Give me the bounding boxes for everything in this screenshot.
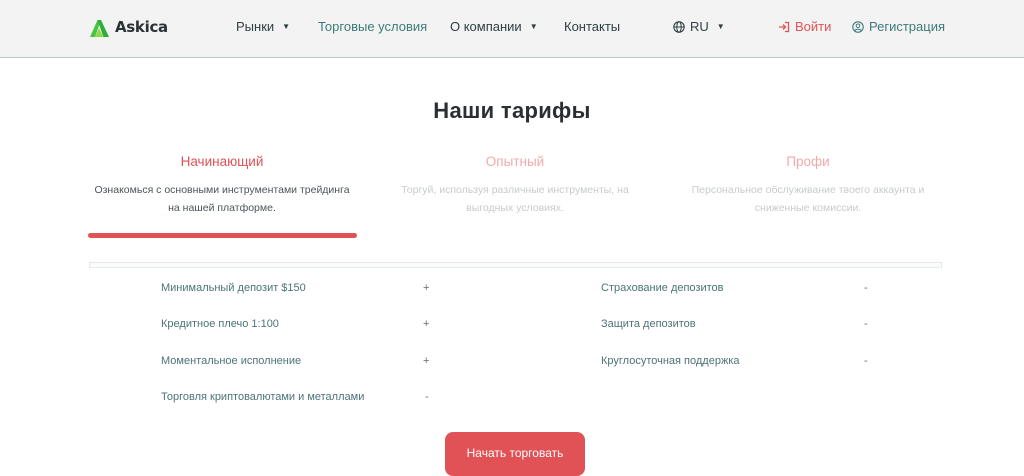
nav-about-label: О компании — [450, 19, 522, 34]
tab-description-line: сниженные комиссии. — [754, 202, 862, 214]
nav-markets[interactable]: Рынки ▼ — [236, 19, 290, 34]
nav-trading-conditions[interactable]: Торговые условия — [318, 19, 427, 34]
feature-mark: - — [425, 391, 429, 403]
site-header: Askica Рынки ▼ Торговые условия О компан… — [0, 0, 1024, 58]
feature-label: Круглосуточная поддержка — [601, 355, 740, 367]
tab-label: Начинающий — [180, 154, 264, 169]
globe-icon — [673, 20, 685, 33]
feature-label: Минимальный депозит $150 — [161, 282, 306, 294]
tab-description-line: Ознакомься с основными инструментами тре… — [94, 184, 350, 196]
feature-mark: + — [423, 355, 430, 367]
tab-experienced[interactable]: Опытный Торгуй, используя различные инст… — [380, 154, 650, 217]
login-icon — [779, 21, 790, 32]
feature-label: Защита депозитов — [601, 318, 696, 330]
section-divider — [89, 262, 942, 268]
language-label: RU — [690, 19, 709, 34]
feature-label: Торговля криптовалютами и металлами — [161, 391, 365, 403]
tab-description: Торгуй, используя различные инструменты,… — [380, 181, 650, 217]
tab-description-line: на нашей платформе. — [168, 202, 276, 214]
feature-mark: - — [864, 318, 868, 330]
feature-label: Кредитное плечо 1:100 — [161, 318, 279, 330]
caret-down-icon: ▼ — [529, 22, 538, 31]
caret-down-icon: ▼ — [282, 22, 291, 31]
tab-description-line: Торгуй, используя различные инструменты,… — [401, 184, 629, 196]
logo[interactable]: Askica — [89, 16, 168, 38]
active-tab-indicator — [88, 233, 357, 238]
tab-beginner[interactable]: Начинающий Ознакомься с основными инстру… — [87, 154, 357, 217]
tab-description: Персональное обслуживание твоего аккаунт… — [673, 181, 943, 217]
user-icon — [852, 20, 864, 33]
nav-markets-label: Рынки — [236, 19, 275, 34]
feature-label: Страхование депозитов — [601, 282, 724, 294]
tab-description: Ознакомься с основными инструментами тре… — [87, 181, 357, 217]
login-label: Войти — [795, 19, 832, 34]
askica-logo-icon — [90, 19, 109, 37]
page-title: Наши тарифы — [433, 98, 591, 123]
logo-text: Askica — [115, 18, 168, 36]
nav-conditions-label: Торговые условия — [318, 19, 428, 34]
nav-about[interactable]: О компании ▼ — [450, 19, 538, 34]
feature-mark: + — [423, 318, 430, 330]
login-link[interactable]: Войти — [778, 19, 831, 34]
tab-label: Профи — [786, 154, 830, 169]
tab-pro[interactable]: Профи Персональное обслуживание твоего а… — [673, 154, 943, 217]
tab-description-line: Персональное обслуживание твоего аккаунт… — [691, 184, 925, 196]
feature-mark: - — [864, 282, 868, 294]
nav-contacts[interactable]: Контакты — [564, 19, 620, 34]
caret-down-icon: ▼ — [716, 22, 725, 31]
tab-label: Опытный — [485, 154, 545, 169]
feature-mark: + — [423, 282, 430, 294]
register-link[interactable]: Регистрация — [852, 19, 945, 34]
feature-label: Моментальное исполнение — [161, 355, 302, 367]
register-label: Регистрация — [869, 19, 945, 34]
tab-description-line: выгодных условиях. — [466, 202, 564, 214]
feature-mark: - — [864, 355, 868, 367]
language-selector[interactable]: RU ▼ — [673, 19, 725, 34]
start-trading-button[interactable]: Начать торговать — [445, 432, 585, 476]
nav-contacts-label: Контакты — [564, 19, 621, 34]
